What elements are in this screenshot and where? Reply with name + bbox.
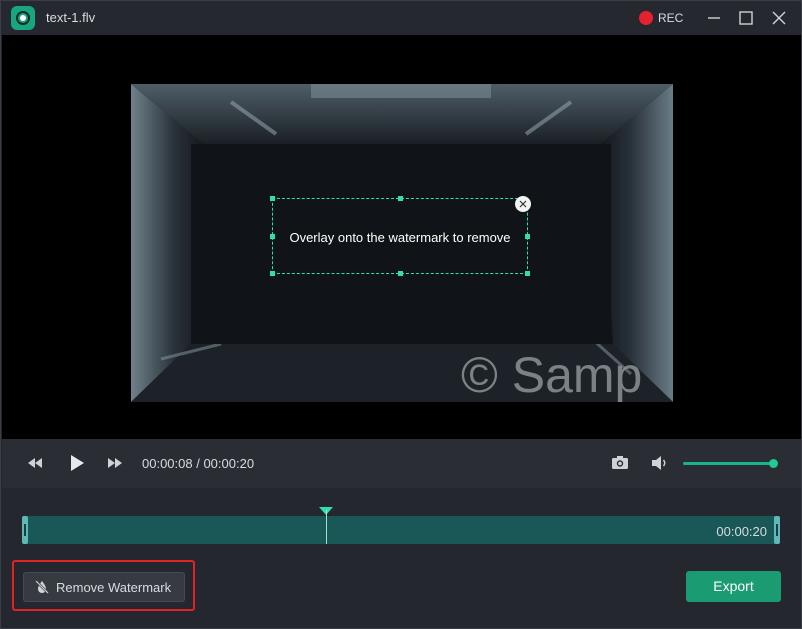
time-separator: / <box>192 456 204 471</box>
snapshot-button[interactable] <box>611 454 629 475</box>
resize-handle-bottom[interactable] <box>398 271 403 276</box>
resize-handle-top[interactable] <box>398 196 403 201</box>
total-time: 00:00:20 <box>203 456 255 471</box>
volume-button[interactable] <box>650 454 670 477</box>
app-window: text-1.flv REC © Samp Overlay onto the w… <box>0 0 802 629</box>
volume-icon <box>652 456 666 470</box>
record-dot-icon <box>639 11 653 25</box>
remove-watermark-label: Remove Watermark <box>56 579 172 595</box>
title-bar: text-1.flv REC <box>1 1 801 35</box>
app-logo-icon <box>11 6 35 30</box>
remove-watermark-button[interactable]: Remove Watermark <box>23 572 185 602</box>
rewind-button[interactable] <box>26 455 44 476</box>
minimize-button[interactable] <box>703 7 725 29</box>
timeline-track[interactable] <box>24 516 780 544</box>
window-title: text-1.flv <box>46 10 96 25</box>
volume-knob[interactable] <box>769 459 779 468</box>
record-label: REC <box>658 11 684 25</box>
time-display: 00:00:08 / 00:00:20 <box>142 456 254 471</box>
close-icon <box>772 11 786 25</box>
maximize-button[interactable] <box>735 7 757 29</box>
volume-fill <box>683 462 774 465</box>
minimize-icon <box>708 17 720 19</box>
current-time: 00:00:08 <box>142 456 193 471</box>
resize-handle-top-left[interactable] <box>270 196 275 201</box>
play-icon <box>71 455 84 471</box>
watermark-selection-box[interactable]: Overlay onto the watermark to remove <box>270 196 531 276</box>
export-button[interactable]: Export <box>686 571 781 602</box>
resize-handle-bottom-right[interactable] <box>525 271 530 276</box>
playhead-line <box>326 510 328 544</box>
close-button[interactable] <box>768 7 790 29</box>
camera-icon <box>612 456 628 469</box>
record-button[interactable]: REC <box>639 9 683 27</box>
watermark-off-icon <box>35 580 49 594</box>
close-icon <box>519 200 527 208</box>
maximize-icon <box>739 11 753 25</box>
trim-end-handle[interactable] <box>774 516 780 544</box>
overlay-hint: Overlay onto the watermark to remove <box>289 230 511 245</box>
selection-close-button[interactable] <box>515 196 531 212</box>
fast-forward-icon <box>108 458 122 468</box>
resize-handle-bottom-left[interactable] <box>270 271 275 276</box>
volume-slider[interactable] <box>683 459 779 468</box>
trim-start-handle[interactable] <box>22 516 28 544</box>
fast-forward-button[interactable] <box>106 455 124 476</box>
watermark-text: © Samp <box>461 347 643 402</box>
timeline-end-time: 00:00:20 <box>716 524 767 539</box>
player-controls: 00:00:08 / 00:00:20 <box>2 439 801 488</box>
rewind-icon <box>28 458 42 468</box>
play-button[interactable] <box>68 453 86 478</box>
